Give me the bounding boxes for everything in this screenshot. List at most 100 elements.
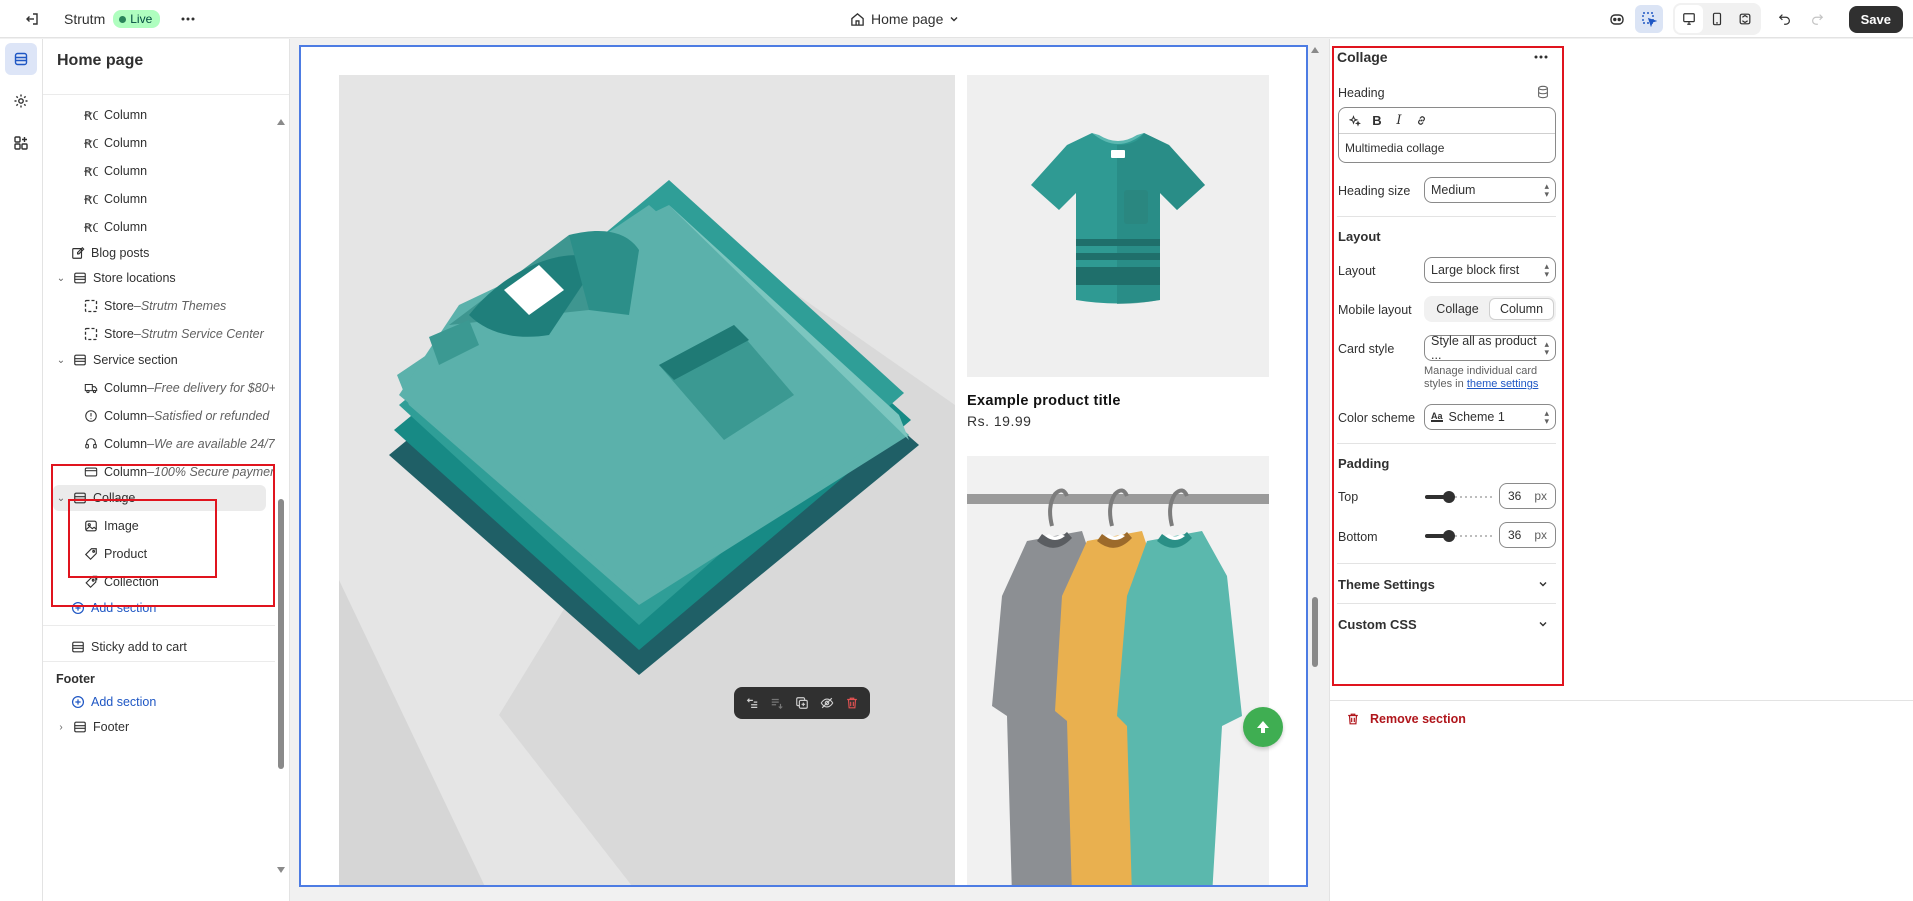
padding-bottom-input[interactable]: 36 px: [1499, 522, 1556, 548]
preview-scrollbar[interactable]: [1309, 45, 1321, 890]
scroll-to-top-button[interactable]: [1243, 707, 1283, 747]
slider-handle[interactable]: [1443, 530, 1456, 542]
tree-item-service-col-2[interactable]: Column – Satisfied or refunded: [84, 403, 269, 429]
scroll-down-icon[interactable]: [277, 867, 285, 873]
add-footer-section-button[interactable]: Add section: [71, 689, 156, 715]
redo-icon[interactable]: [1803, 5, 1831, 33]
desktop-icon[interactable]: [1674, 5, 1703, 33]
divider: [1337, 563, 1556, 564]
collage-product-card[interactable]: [967, 75, 1269, 377]
product-price: Rs. 19.99: [967, 413, 1032, 429]
color-scheme-select[interactable]: Aa Scheme 1 ▴ ▾: [1424, 404, 1556, 430]
heading-label: Heading: [1338, 86, 1385, 100]
plus-circle-icon: [71, 695, 85, 709]
dynamic-source-icon[interactable]: [1536, 85, 1550, 102]
scroll-up-icon[interactable]: [277, 119, 285, 125]
tree-item-service-col-1[interactable]: Column – Free delivery for $80+...: [84, 375, 275, 401]
scroll-up-icon[interactable]: [1311, 47, 1319, 53]
tree-item-service-col-3[interactable]: Column – We are available 24/7: [84, 431, 275, 457]
exit-icon[interactable]: [18, 5, 46, 33]
tree-item-note: Strutm Themes: [140, 299, 227, 313]
mobile-layout-collage[interactable]: Collage: [1426, 298, 1489, 320]
tree-item-dash: –: [133, 299, 141, 313]
move-up-icon[interactable]: [745, 696, 759, 710]
mobile-icon[interactable]: [1703, 5, 1731, 33]
heading-size-select[interactable]: Medium ▴ ▾: [1424, 177, 1556, 203]
tree-item-column-5[interactable]: ꞦC Column: [84, 214, 147, 240]
tree-item-column-2[interactable]: ꞦC Column: [84, 130, 147, 156]
tree-item-column-4[interactable]: ꞦC Column: [84, 186, 147, 212]
unit-label: px: [1534, 528, 1547, 542]
preview-canvas: Example product title Rs. 19.99: [291, 39, 1329, 901]
duplicate-icon[interactable]: [795, 696, 809, 710]
card-style-help: Manage individual card styles in theme s…: [1424, 365, 1556, 391]
tree-item-footer[interactable]: › Footer: [55, 714, 129, 740]
mobile-layout-column[interactable]: Column: [1489, 298, 1554, 320]
scrollbar-thumb[interactable]: [278, 499, 284, 769]
home-icon: [851, 12, 864, 26]
ai-sparkle-icon[interactable]: [1347, 113, 1363, 129]
undo-icon[interactable]: [1771, 5, 1799, 33]
inspector-select-icon[interactable]: [1634, 5, 1663, 33]
svg-text:ꞦC: ꞦC: [84, 221, 98, 233]
divider: [43, 661, 275, 662]
apps-icon[interactable]: [5, 127, 37, 159]
theme-settings-link[interactable]: theme settings: [1467, 378, 1539, 390]
save-button[interactable]: Save: [1848, 5, 1903, 33]
card-style-select[interactable]: Style all as product ... ▴ ▾: [1424, 334, 1556, 362]
section-icon: [73, 720, 87, 734]
scrollbar-thumb[interactable]: [1312, 597, 1318, 667]
sidekick-icon[interactable]: [1603, 5, 1631, 33]
chevron-down-icon[interactable]: ⌄: [55, 273, 67, 284]
heading-value[interactable]: Multimedia collage: [1339, 134, 1555, 162]
chevron-down-icon: [1538, 617, 1548, 632]
sections-icon[interactable]: [5, 43, 37, 75]
select-caret-icon: ▴ ▾: [1544, 339, 1549, 357]
svg-text:ꞦC: ꞦC: [84, 165, 98, 177]
collage-collection-card[interactable]: [967, 456, 1269, 885]
tree-item-store-1[interactable]: Store – Strutm Themes: [84, 293, 226, 319]
product-title[interactable]: Example product title: [967, 393, 1121, 409]
move-down-icon[interactable]: [770, 696, 784, 710]
page-selector-label: Home page: [871, 11, 944, 27]
italic-icon[interactable]: I: [1391, 113, 1407, 129]
tree-item-blog-posts[interactable]: Blog posts: [71, 240, 149, 266]
page-selector[interactable]: Home page: [850, 0, 959, 38]
divider: [1337, 443, 1556, 444]
divider: [1337, 216, 1556, 217]
tree-item-dash: –: [133, 327, 141, 341]
theme-settings-icon[interactable]: [5, 85, 37, 117]
slider-handle[interactable]: [1443, 491, 1456, 503]
chevron-down-icon[interactable]: ⌄: [55, 355, 67, 366]
custom-css-accordion[interactable]: Custom CSS: [1338, 617, 1548, 632]
more-options-icon[interactable]: [174, 5, 202, 33]
hide-icon[interactable]: [820, 696, 834, 710]
tree-item-store-locations[interactable]: ⌄ Store locations: [55, 265, 176, 291]
divider: [1330, 700, 1913, 701]
tree-item-store-2[interactable]: Store – Strutm Service Center: [84, 321, 264, 347]
svg-text:ꞦC: ꞦC: [84, 109, 98, 121]
remove-section-button[interactable]: Remove section: [1346, 712, 1466, 726]
padding-bottom-slider[interactable]: [1425, 528, 1493, 544]
collage-section-preview[interactable]: Example product title Rs. 19.99: [299, 45, 1308, 887]
collage-large-image[interactable]: [339, 75, 955, 885]
link-icon[interactable]: [1413, 113, 1429, 129]
column-icon: ꞦC: [84, 136, 98, 150]
fullscreen-icon[interactable]: [1731, 5, 1759, 33]
tree-item-column-1[interactable]: ꞦC Column: [84, 102, 147, 128]
theme-settings-accordion[interactable]: Theme Settings: [1338, 577, 1548, 592]
tree-item-column-3[interactable]: ꞦC Column: [84, 158, 147, 184]
settings-more-icon[interactable]: [1527, 43, 1555, 71]
tree-item-service-section[interactable]: ⌄ Service section: [55, 347, 178, 373]
bold-icon[interactable]: B: [1369, 113, 1385, 129]
block-dashed-icon: [84, 327, 98, 341]
padding-top-input[interactable]: 36 px: [1499, 483, 1556, 509]
delete-icon[interactable]: [845, 696, 859, 710]
layout-select[interactable]: Large block first ▴ ▾: [1424, 257, 1556, 283]
left-scrollbar[interactable]: [277, 99, 285, 889]
tree-item-sticky-add-to-cart[interactable]: Sticky add to cart: [71, 634, 187, 660]
padding-top-slider[interactable]: [1425, 489, 1493, 505]
chevron-right-icon[interactable]: ›: [55, 722, 67, 733]
heading-rich-text-editor[interactable]: B I Multimedia collage: [1338, 107, 1556, 163]
layout-label: Layout: [1338, 264, 1376, 278]
